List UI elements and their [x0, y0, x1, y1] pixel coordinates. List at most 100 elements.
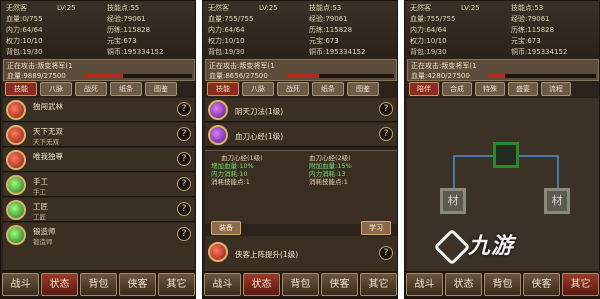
- item-name: 独闯武林: [33, 102, 63, 111]
- target-hp: 血量:9889/27500: [7, 72, 66, 80]
- tab-atlas[interactable]: 图鉴: [145, 82, 177, 96]
- target-status[interactable]: 正在攻击:叛变将军(1 血量:9889/27500: [3, 59, 195, 81]
- nav-heroes[interactable]: 侠客: [523, 273, 560, 296]
- target-status[interactable]: 正在攻击:叛变将军(1 血量:8656/27500: [205, 59, 397, 81]
- inner: 内力:64/64: [410, 26, 447, 34]
- hp: 血量:755/755: [208, 15, 254, 23]
- exp2: 历练:115828: [309, 26, 353, 34]
- list-item[interactable]: 天下无双 天下无双 ?: [3, 123, 195, 147]
- nav-status[interactable]: 状态: [243, 273, 280, 296]
- detail-left-3: 消耗技能点:1: [211, 178, 250, 186]
- nav-bag[interactable]: 背包: [80, 273, 117, 296]
- target-hp-fill: [488, 74, 506, 78]
- target-name: 正在攻击:叛变将军(1: [7, 62, 73, 70]
- list-item[interactable]: 工匠 工匠 ?: [3, 198, 195, 222]
- tab-death[interactable]: 战死: [277, 82, 309, 96]
- nav-status[interactable]: 状态: [445, 273, 482, 296]
- list-item[interactable]: 阴天刀法(1级) ?: [205, 98, 397, 122]
- nav-heroes[interactable]: 侠客: [321, 273, 358, 296]
- badge-icon: [6, 225, 26, 245]
- exp: 经验:79061: [107, 15, 146, 23]
- list-item[interactable]: 锻造师 锻造师 ?: [3, 223, 195, 271]
- tab-row: 陪伴 合成 特殊 盛宴 流程: [407, 82, 599, 96]
- nav-bag[interactable]: 背包: [282, 273, 319, 296]
- help-icon[interactable]: ?: [177, 152, 191, 166]
- badge-icon: [6, 175, 26, 195]
- nav-battle[interactable]: 战斗: [204, 273, 241, 296]
- char-level: LV:25: [461, 4, 480, 12]
- list-item[interactable]: 手工 手工 ?: [3, 173, 195, 197]
- connector: [517, 155, 559, 157]
- list-item[interactable]: 侠客上阵提升(1级) ?: [205, 236, 397, 272]
- nav-other[interactable]: 其它: [158, 273, 195, 296]
- list-item[interactable]: 唯我独尊 ?: [3, 148, 195, 172]
- tab-notes[interactable]: 纸条: [110, 82, 142, 96]
- tab-feast[interactable]: 盛宴: [508, 82, 538, 96]
- tab-compose[interactable]: 合成: [442, 82, 472, 96]
- panel-left: 无然客 LV:25 技能点:55 血量:0/755 经验:79061 内力:64…: [0, 0, 196, 299]
- detail-right-1: 附加血量:15%: [309, 162, 352, 170]
- list-item[interactable]: 血刀心经(1级) ?: [205, 123, 397, 147]
- nav-bag[interactable]: 背包: [484, 273, 521, 296]
- bag: 背包:19/30: [6, 48, 43, 56]
- tree-node-right[interactable]: 材: [544, 188, 570, 214]
- target-hp-bar: [84, 74, 192, 78]
- help-icon[interactable]: ?: [177, 227, 191, 241]
- tab-process[interactable]: 流程: [541, 82, 571, 96]
- nav-other[interactable]: 其它: [562, 273, 599, 296]
- help-icon[interactable]: ?: [177, 177, 191, 191]
- item-sub: 锻造师: [33, 238, 53, 246]
- nav-battle[interactable]: 战斗: [2, 273, 39, 296]
- tab-meridian[interactable]: 八脉: [40, 82, 72, 96]
- stats-area: 无然客 LV:25 技能点:53 血量:755/755 经验:79061 内力:…: [203, 1, 397, 59]
- bag: 背包:19/30: [208, 48, 245, 56]
- stats-area: 无然客 LV:25 技能点:55 血量:0/755 经验:79061 内力:64…: [1, 1, 195, 59]
- list-item[interactable]: 独闯武林 ?: [3, 98, 195, 122]
- badge-icon: [6, 200, 26, 220]
- char-level: LV:25: [259, 4, 278, 12]
- stats-area: 无然客 LV:25 技能点:53 血量:755/755 经验:79061 内力:…: [405, 1, 599, 59]
- learn-button[interactable]: 学习: [361, 221, 391, 235]
- tab-atlas[interactable]: 图鉴: [347, 82, 379, 96]
- skill-icon: [208, 100, 228, 120]
- nav-heroes[interactable]: 侠客: [119, 273, 156, 296]
- help-icon[interactable]: ?: [177, 202, 191, 216]
- tab-meridian[interactable]: 八脉: [242, 82, 274, 96]
- exp2: 历练:115828: [511, 26, 555, 34]
- tab-death[interactable]: 战死: [75, 82, 107, 96]
- nav-status[interactable]: 状态: [41, 273, 78, 296]
- target-hp-fill: [84, 74, 123, 78]
- gold: 元宝:673: [107, 37, 137, 45]
- tree-node-left[interactable]: 材: [440, 188, 466, 214]
- item-name: 唯我独尊: [33, 152, 63, 161]
- target-status[interactable]: 正在攻击:叛变将军(1 血量:4280/27500: [407, 59, 599, 81]
- gold: 元宝:673: [511, 37, 541, 45]
- detail-left-title: 血刀心经(1级): [221, 154, 263, 162]
- power: 权力:10/10: [6, 37, 43, 45]
- nine-game-logo-icon: [433, 228, 471, 266]
- tab-companion[interactable]: 陪伴: [409, 82, 439, 96]
- item-sub: 手工: [33, 188, 46, 196]
- tab-special[interactable]: 特殊: [475, 82, 505, 96]
- help-icon[interactable]: ?: [177, 102, 191, 116]
- skill-detail: 血刀心经(1级) 血刀心经(2级) 增加血量:10% 附加血量:15% 内力消耗…: [205, 150, 397, 235]
- coins: 铜币:195334152: [511, 48, 568, 56]
- tab-notes[interactable]: 纸条: [312, 82, 344, 96]
- nav-battle[interactable]: 战斗: [406, 273, 443, 296]
- nav-other[interactable]: 其它: [360, 273, 397, 296]
- target-name: 正在攻击:叛变将军(1: [411, 62, 477, 70]
- tab-skills[interactable]: 技能: [5, 82, 37, 96]
- tab-skills[interactable]: 技能: [207, 82, 239, 96]
- skill-name: 血刀心经(1级): [235, 132, 284, 141]
- target-hp-fill: [286, 74, 320, 78]
- skill-points: 技能点:55: [107, 4, 140, 12]
- panel-middle: 无然客 LV:25 技能点:53 血量:755/755 经验:79061 内力:…: [202, 0, 398, 299]
- equip-button[interactable]: 装备: [211, 221, 241, 235]
- help-icon[interactable]: ?: [177, 127, 191, 141]
- help-icon[interactable]: ?: [379, 102, 393, 116]
- help-icon[interactable]: ?: [379, 246, 393, 260]
- item-sub: 天下无双: [33, 138, 59, 146]
- help-icon[interactable]: ?: [379, 127, 393, 141]
- skill-points: 技能点:53: [511, 4, 544, 12]
- center-node-icon[interactable]: [493, 142, 519, 168]
